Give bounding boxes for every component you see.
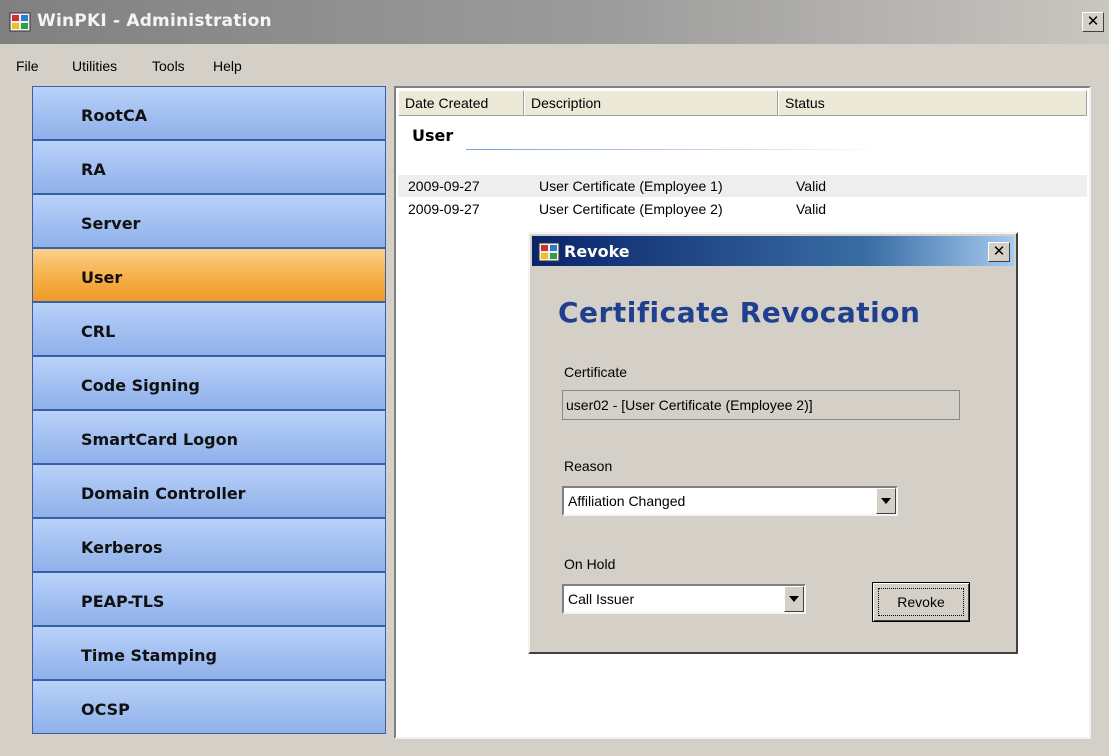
revoke-dialog: Revoke ✕ Certificate Revocation Certific… (528, 232, 1018, 654)
menu-utilities[interactable]: Utilities (72, 58, 117, 74)
sidebar-item-label: Kerberos (81, 538, 163, 557)
sidebar-item-label: Domain Controller (81, 484, 246, 503)
cell-status: Valid (796, 178, 827, 194)
sidebar-item-label: OCSP (81, 700, 130, 719)
chevron-down-icon (881, 498, 891, 504)
table-row[interactable]: 2009-09-27 User Certificate (Employee 2)… (398, 198, 1087, 220)
sidebar-item-domain-controller[interactable]: Domain Controller (32, 464, 386, 518)
app-icon (538, 242, 560, 262)
app-icon (9, 12, 31, 32)
sidebar-item-label: Code Signing (81, 376, 200, 395)
certificate-label: Certificate (564, 364, 628, 380)
sidebar-item-code-signing[interactable]: Code Signing (32, 356, 386, 410)
list-group-header: User (412, 126, 454, 145)
sidebar-item-time-stamping[interactable]: Time Stamping (32, 626, 386, 680)
window-title: WinPKI - Administration (37, 11, 272, 31)
chevron-down-icon (789, 596, 799, 602)
dialog-close-button[interactable]: ✕ (988, 242, 1010, 262)
column-header-description[interactable]: Description (524, 90, 778, 116)
dialog-heading: Certificate Revocation (558, 296, 921, 329)
sidebar-item-ra[interactable]: RA (32, 140, 386, 194)
table-row[interactable]: 2009-09-27 User Certificate (Employee 1)… (398, 175, 1087, 197)
sidebar-item-user[interactable]: User (32, 248, 386, 302)
revoke-button[interactable]: Revoke (872, 582, 970, 622)
group-divider (466, 149, 886, 150)
sidebar-item-rootca[interactable]: RootCA (32, 86, 386, 140)
close-icon: ✕ (1086, 12, 1100, 30)
cell-date: 2009-09-27 (408, 178, 480, 194)
window-close-button[interactable]: ✕ (1082, 12, 1104, 32)
column-header-date-created[interactable]: Date Created (398, 90, 524, 116)
column-header-status[interactable]: Status (778, 90, 1087, 116)
menu-help[interactable]: Help (213, 58, 242, 74)
certificate-field: user02 - [User Certificate (Employee 2)] (562, 390, 960, 420)
menu-tools[interactable]: Tools (152, 58, 185, 74)
sidebar-item-label: PEAP-TLS (81, 592, 165, 611)
window-title-bar: WinPKI - Administration ✕ (0, 0, 1109, 44)
reason-selected-value: Affiliation Changed (568, 493, 686, 509)
close-icon: ✕ (992, 242, 1006, 260)
sidebar-item-label: SmartCard Logon (81, 430, 239, 449)
sidebar-item-crl[interactable]: CRL (32, 302, 386, 356)
reason-label: Reason (564, 458, 613, 474)
dialog-title: Revoke (564, 242, 630, 261)
sidebar-item-label: RA (81, 160, 106, 179)
cell-status: Valid (796, 201, 827, 217)
focus-rect (878, 588, 964, 616)
sidebar-item-ocsp[interactable]: OCSP (32, 680, 386, 734)
sidebar-item-peap-tls[interactable]: PEAP-TLS (32, 572, 386, 626)
on-hold-dropdown[interactable]: Call Issuer (562, 584, 806, 614)
reason-dropdown[interactable]: Affiliation Changed (562, 486, 898, 516)
menu-bar: File Utilities Tools Help (0, 51, 1109, 81)
dropdown-arrow-button[interactable] (876, 488, 896, 514)
sidebar-item-smartcard-logon[interactable]: SmartCard Logon (32, 410, 386, 464)
sidebar-item-label: RootCA (81, 106, 148, 125)
cell-description: User Certificate (Employee 1) (539, 178, 723, 194)
on-hold-label: On Hold (564, 556, 616, 572)
sidebar-item-label: Server (81, 214, 141, 233)
sidebar-item-label: CRL (81, 322, 116, 341)
on-hold-selected-value: Call Issuer (568, 591, 635, 607)
dropdown-arrow-button[interactable] (784, 586, 804, 612)
dialog-title-bar: Revoke ✕ (532, 236, 1014, 266)
sidebar-item-kerberos[interactable]: Kerberos (32, 518, 386, 572)
sidebar-nav: RootCA RA Server User CRL Code Signing S… (32, 86, 386, 734)
cell-date: 2009-09-27 (408, 201, 480, 217)
cell-description: User Certificate (Employee 2) (539, 201, 723, 217)
sidebar-item-server[interactable]: Server (32, 194, 386, 248)
menu-file[interactable]: File (16, 58, 39, 74)
sidebar-item-label: Time Stamping (81, 646, 217, 665)
sidebar-item-label: User (81, 268, 123, 287)
